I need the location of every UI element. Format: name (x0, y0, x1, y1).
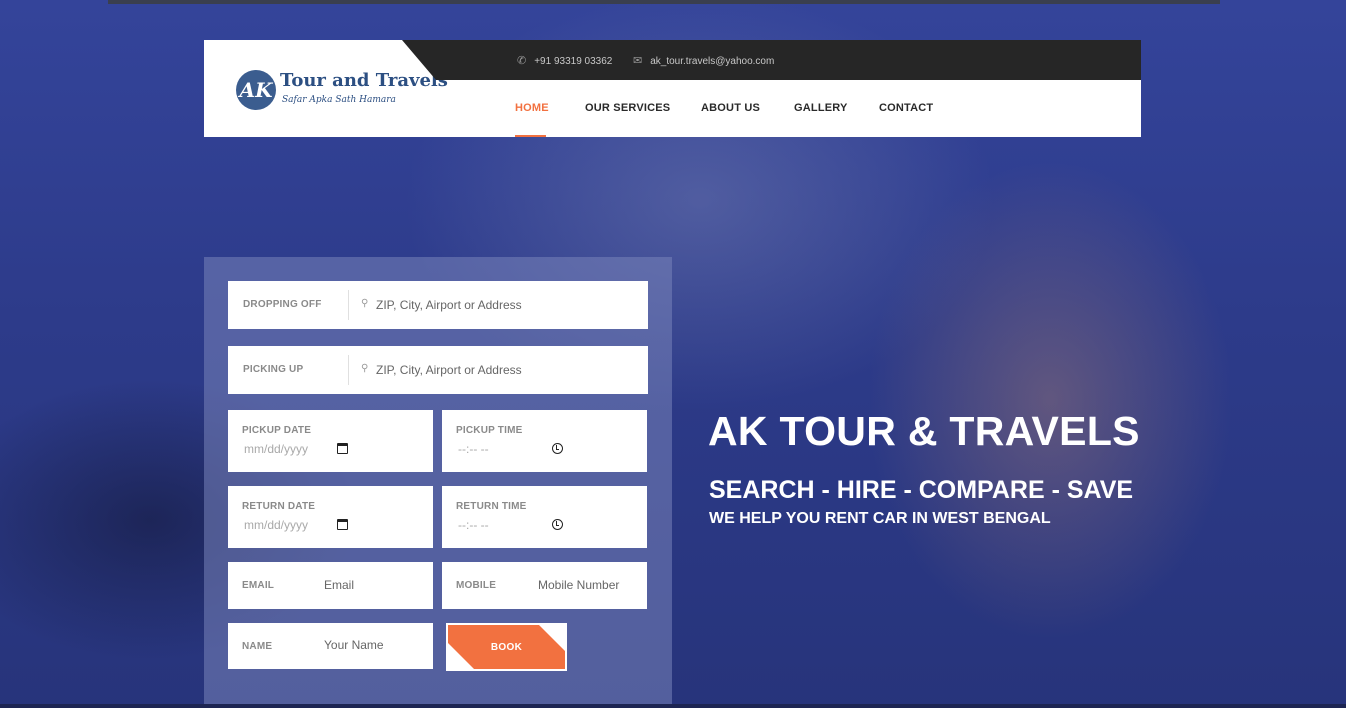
logo-tagline: Safar Apka Sath Hamara (282, 95, 396, 105)
site-header: AK Tour and Travels Safar Apka Sath Hama… (204, 40, 1141, 137)
dropping-off-field: DROPPING OFF ⚲ (228, 281, 648, 329)
nav-contact[interactable]: CONTACT (879, 102, 933, 114)
pickup-time-label: PICKUP TIME (456, 425, 523, 436)
field-divider (348, 290, 349, 320)
mobile-input[interactable] (538, 576, 643, 594)
pickup-date-field[interactable]: PICKUP DATE mm/dd/yyyy (228, 410, 433, 472)
picking-up-input[interactable] (376, 361, 636, 379)
name-input[interactable] (324, 636, 424, 654)
nav-about-us[interactable]: ABOUT US (701, 102, 760, 114)
map-pin-icon: ⚲ (361, 298, 369, 309)
dropping-off-input[interactable] (376, 296, 636, 314)
nav-our-services[interactable]: OUR SERVICES (585, 102, 670, 114)
pickup-date-label: PICKUP DATE (242, 425, 312, 436)
dropping-off-label: DROPPING OFF (243, 299, 322, 310)
pickup-time-field[interactable]: PICKUP TIME --:-- -- (442, 410, 647, 472)
email-input[interactable] (324, 576, 424, 594)
map-pin-icon: ⚲ (361, 363, 369, 374)
phone-number: +91 93319 03362 (534, 56, 613, 67)
mobile-field: MOBILE (442, 562, 647, 609)
return-date-label: RETURN DATE (242, 501, 316, 512)
calendar-icon[interactable] (337, 443, 348, 454)
nav-active-indicator (515, 135, 546, 137)
phone-icon: ✆ (517, 55, 527, 67)
logo-mark: AK (236, 70, 276, 110)
book-button-label: BOOK (490, 642, 523, 653)
return-date-field[interactable]: RETURN DATE mm/dd/yyyy (228, 486, 433, 548)
clock-icon[interactable] (552, 519, 563, 530)
name-label: NAME (242, 641, 273, 652)
clock-icon[interactable] (552, 443, 563, 454)
book-button[interactable]: BOOK (446, 623, 567, 671)
calendar-icon[interactable] (337, 519, 348, 530)
email-contact[interactable]: ✉ ak_tour.travels@yahoo.com (633, 54, 774, 67)
nav-home[interactable]: HOME (515, 102, 549, 114)
field-divider (348, 355, 349, 385)
nav-gallery[interactable]: GALLERY (794, 102, 848, 114)
return-date-input[interactable]: mm/dd/yyyy (244, 518, 308, 532)
return-time-field[interactable]: RETURN TIME --:-- -- (442, 486, 647, 548)
pickup-date-input[interactable]: mm/dd/yyyy (244, 442, 308, 456)
return-time-input[interactable]: --:-- -- (458, 518, 489, 532)
hero-title: AK TOUR & TRAVELS (708, 408, 1140, 454)
return-time-label: RETURN TIME (456, 501, 527, 512)
contact-bar: ✆ +91 93319 03362 ✉ ak_tour.travels@yahoo.… (402, 40, 1141, 80)
picking-up-label: PICKING UP (243, 364, 304, 375)
email-label: EMAIL (242, 580, 275, 591)
email-address: ak_tour.travels@yahoo.com (650, 56, 775, 67)
email-field: EMAIL (228, 562, 433, 609)
browser-top-strip (108, 0, 1220, 4)
picking-up-field: PICKING UP ⚲ (228, 346, 648, 394)
phone-contact[interactable]: ✆ +91 93319 03362 (517, 54, 612, 67)
hero-tagline: WE HELP YOU RENT CAR IN WEST BENGAL (709, 510, 1051, 527)
hero-subtitle: SEARCH - HIRE - COMPARE - SAVE (709, 476, 1134, 504)
envelope-icon: ✉ (633, 55, 643, 67)
pickup-time-input[interactable]: --:-- -- (458, 442, 489, 456)
name-field: NAME (228, 623, 433, 669)
bottom-strip (0, 704, 1346, 708)
mobile-label: MOBILE (456, 580, 497, 591)
